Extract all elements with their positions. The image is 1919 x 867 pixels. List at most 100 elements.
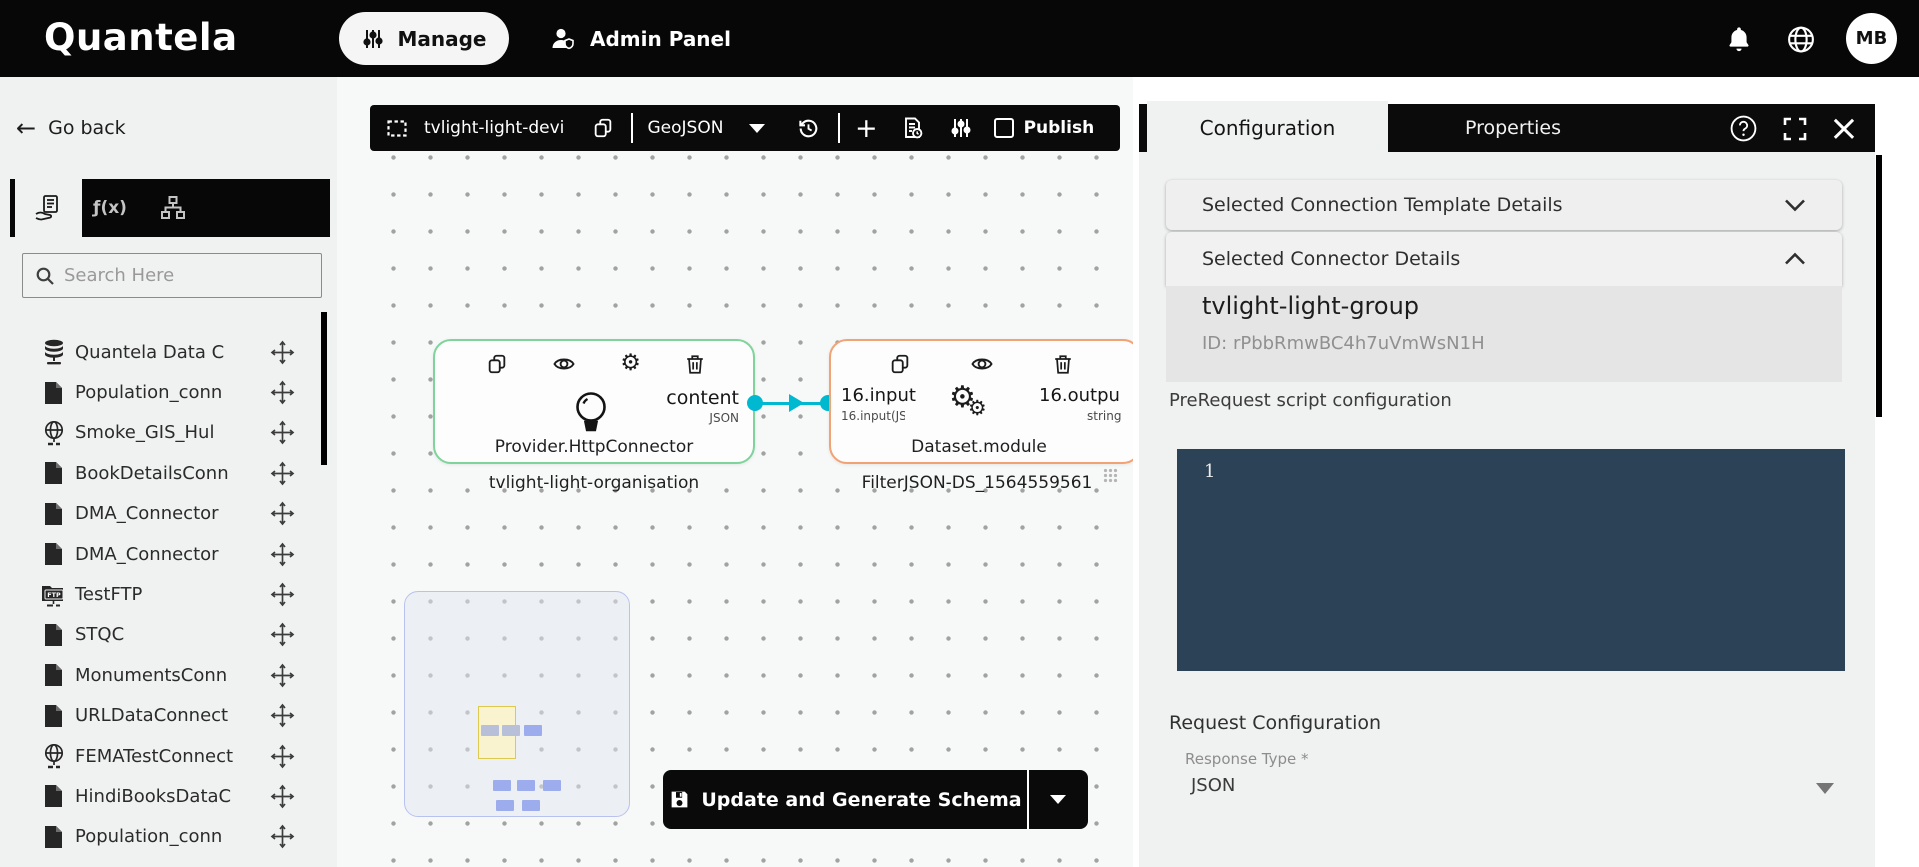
move-icon[interactable]	[270, 542, 295, 567]
minimap-node-thumb	[524, 725, 542, 736]
output-port-type: string	[1087, 409, 1133, 423]
user-shield-icon	[548, 24, 578, 54]
accordion-connector-details[interactable]: Selected Connector Details	[1166, 232, 1842, 286]
add-node-icon[interactable]: +	[855, 115, 878, 142]
save-icon	[668, 789, 690, 811]
node-dataset-module[interactable]: 16.input 16.input(JSO ⚙⚙ 16.outpu string…	[829, 339, 1133, 464]
help-icon[interactable]	[1729, 114, 1758, 143]
close-icon[interactable]: ×	[1827, 104, 1861, 152]
request-configuration-heading: Request Configuration	[1169, 712, 1381, 734]
admin-panel-menu[interactable]: Admin Panel	[548, 0, 731, 77]
move-icon[interactable]	[270, 744, 295, 769]
response-type-select[interactable]: JSON	[1191, 775, 1235, 796]
language-globe-icon[interactable]	[1786, 24, 1816, 54]
list-item[interactable]: Smoke_GIS_Hul	[0, 413, 337, 453]
format-caret-down-icon[interactable]	[749, 124, 765, 133]
move-icon[interactable]	[270, 461, 295, 486]
connector-name: tvlight-light-group	[1202, 292, 1419, 320]
list-item[interactable]: Population_conn	[0, 817, 337, 857]
file-icon	[40, 500, 67, 527]
move-icon[interactable]	[270, 622, 295, 647]
search-input[interactable]	[64, 265, 294, 286]
list-item[interactable]: Population_conn	[0, 372, 337, 412]
tab-connectors[interactable]	[15, 179, 82, 237]
edge-output-port-dot[interactable]	[747, 395, 763, 411]
flow-title: tvlight-light-devi	[424, 118, 576, 138]
toolbar-divider	[631, 113, 633, 143]
list-item[interactable]: Quantela Data C	[0, 332, 337, 372]
list-item-label: Quantela Data C	[75, 342, 224, 363]
prerequest-script-editor[interactable]: 1	[1177, 449, 1845, 671]
tab-properties[interactable]: Properties	[1398, 104, 1628, 152]
list-item[interactable]: URLDataConnect	[0, 696, 337, 736]
eye-icon[interactable]	[551, 351, 576, 376]
node-provider-httpconnector[interactable]: ⚙ content JSON Provider.HttpConnector	[433, 339, 755, 464]
move-icon[interactable]	[270, 824, 295, 849]
avatar-initials: MB	[1856, 28, 1888, 49]
update-options-caret-button[interactable]	[1029, 795, 1089, 804]
list-item[interactable]: DMA_Connector	[0, 494, 337, 534]
file-icon	[40, 541, 67, 568]
marquee-select-icon[interactable]	[384, 115, 410, 141]
copy-icon[interactable]	[887, 351, 912, 376]
list-item[interactable]: BookDetailsConn	[0, 453, 337, 493]
tab-functions[interactable]: ƒ(x)	[95, 193, 125, 223]
user-avatar[interactable]: MB	[1846, 13, 1897, 64]
list-item[interactable]: HindiBooksDataC	[0, 776, 337, 816]
move-icon[interactable]	[270, 420, 295, 445]
output-port[interactable]: 16.outpu string	[1039, 385, 1133, 423]
history-restore-icon[interactable]	[795, 115, 821, 141]
list-item[interactable]: DMA_Connector	[0, 534, 337, 574]
gears-icon: ⚙⚙	[949, 383, 987, 419]
go-back-button[interactable]: ← Go back	[16, 116, 126, 140]
globe-icon	[40, 419, 67, 446]
move-icon[interactable]	[270, 784, 295, 809]
move-icon[interactable]	[270, 582, 295, 607]
list-item[interactable]: STQC	[0, 615, 337, 655]
fullscreen-icon[interactable]	[1780, 114, 1809, 143]
sidebar-scrollbar[interactable]	[321, 312, 327, 465]
output-port[interactable]: content JSON	[666, 387, 739, 425]
list-item-label: Population_conn	[75, 382, 222, 403]
grip-dots-icon[interactable]	[1103, 468, 1118, 483]
move-icon[interactable]	[270, 380, 295, 405]
list-item[interactable]: MonumentsConn	[0, 655, 337, 695]
copy-icon[interactable]	[484, 351, 509, 376]
move-icon[interactable]	[270, 501, 295, 526]
update-generate-schema-button-group: Update and Generate Schema	[663, 770, 1088, 829]
trash-icon[interactable]	[1050, 351, 1075, 376]
file-clock-icon[interactable]	[900, 115, 926, 141]
panel-scrollbar[interactable]	[1876, 155, 1882, 417]
input-port[interactable]: 16.input 16.input(JSO	[841, 385, 916, 423]
file-icon	[40, 460, 67, 487]
update-generate-schema-button[interactable]: Update and Generate Schema	[663, 770, 1027, 829]
list-item[interactable]: FTPTestFTP	[0, 574, 337, 614]
settings-sliders-icon[interactable]	[948, 115, 974, 141]
globe-icon	[40, 743, 67, 770]
trash-icon[interactable]	[682, 351, 707, 376]
list-item-label: Smoke_GIS_Hul	[75, 422, 214, 443]
list-item[interactable]: FEMATestConnect	[0, 736, 337, 776]
response-type-label: Response Type *	[1185, 750, 1309, 768]
format-select-value[interactable]: GeoJSON	[648, 118, 724, 138]
flow-canvas[interactable]: tvlight-light-devi GeoJSON +	[337, 77, 1133, 867]
manage-label: Manage	[397, 27, 486, 51]
move-icon[interactable]	[270, 663, 295, 688]
publish-checkbox[interactable]	[994, 118, 1014, 138]
accordion-connection-template[interactable]: Selected Connection Template Details	[1166, 180, 1842, 230]
eye-icon[interactable]	[969, 351, 994, 376]
move-icon[interactable]	[270, 340, 295, 365]
select-caret-down-icon[interactable]	[1816, 783, 1834, 794]
manage-button[interactable]: Manage	[339, 12, 509, 65]
copy-icon[interactable]	[590, 115, 616, 141]
notifications-bell-icon[interactable]	[1724, 24, 1754, 54]
tab-configuration[interactable]: Configuration	[1147, 101, 1388, 155]
gear-icon[interactable]: ⚙	[618, 351, 643, 376]
tab-hierarchy[interactable]	[158, 193, 188, 223]
move-icon[interactable]	[270, 703, 295, 728]
minimap-node-thumb	[502, 725, 520, 736]
list-item-label: MonumentsConn	[75, 665, 227, 686]
list-item-label: STQC	[75, 624, 124, 645]
database-icon	[40, 339, 67, 366]
brand-logo: Quantela	[44, 16, 238, 59]
